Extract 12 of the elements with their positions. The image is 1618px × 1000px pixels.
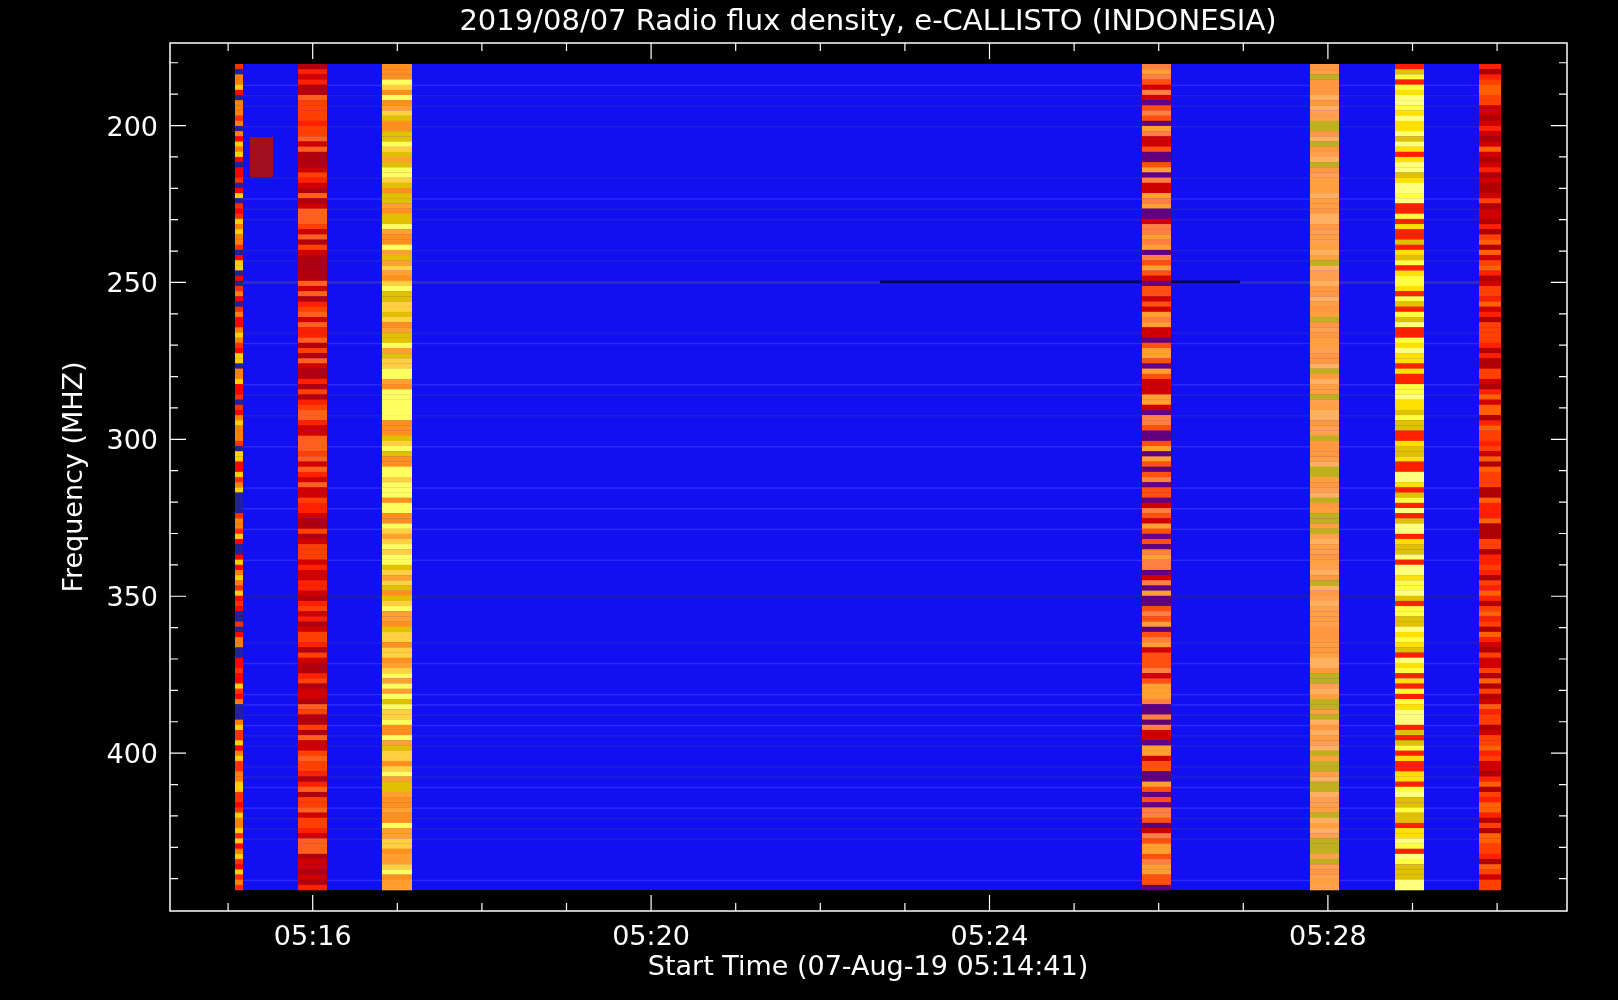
x-tick-label: 05:28 <box>1289 920 1367 951</box>
y-tick-label: 400 <box>106 738 158 770</box>
x-tick-label: 05:16 <box>273 920 352 951</box>
chart-title: 2019/08/07 Radio flux density, e-CALLISTO (INDONESIA) <box>459 3 1277 37</box>
y-axis-label: Frequency (MHZ) <box>57 361 88 593</box>
y-tick-label: 350 <box>106 581 158 613</box>
x-tick-label: 05:24 <box>950 920 1029 951</box>
y-tick-label: 250 <box>106 267 158 299</box>
y-tick-label: 200 <box>106 110 158 142</box>
x-tick-label: 05:20 <box>612 920 690 951</box>
y-tick-label: 300 <box>106 424 158 456</box>
x-axis-label: Start Time (07-Aug-19 05:14:41) <box>647 950 1089 981</box>
